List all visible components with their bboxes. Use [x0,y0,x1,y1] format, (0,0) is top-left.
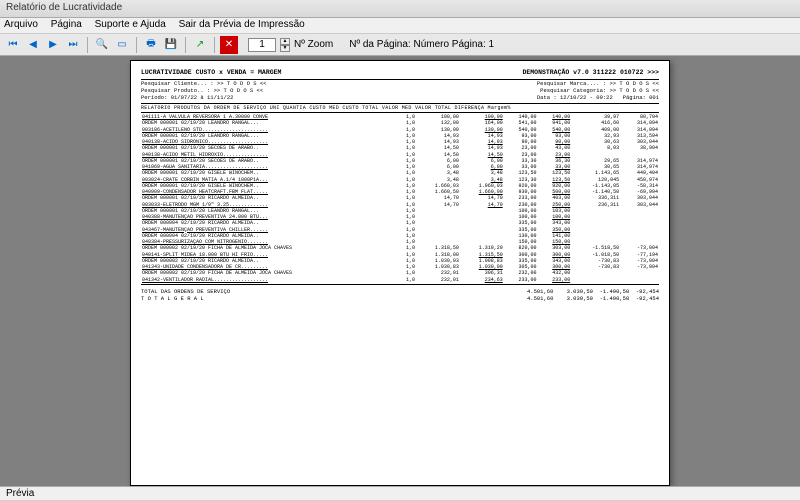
nav-prev-icon[interactable]: ◀ [24,36,42,54]
report-page-num: Página: 001 [623,94,659,101]
title-bar: Relatório de Lucratividade [0,0,800,18]
menu-sair[interactable]: Sair da Prévia de Impressão [179,19,305,30]
report-title: LUCRATIVIDADE CUSTO x VENDA = MARGEM [141,69,281,77]
menu-bar: Arquivo Página Suporte e Ajuda Sair da P… [0,18,800,34]
save-icon[interactable]: 💾 [162,36,180,54]
window-title: Relatório de Lucratividade [6,2,122,13]
preview-viewport[interactable]: LUCRATIVIDADE CUSTO x VENDA = MARGEM DEM… [0,56,800,486]
report-page: LUCRATIVIDADE CUSTO x VENDA = MARGEM DEM… [130,60,670,486]
separator [185,37,186,53]
report-table: 041111-A VALVULA REVERSORA 1 A.30000 CON… [141,114,659,283]
separator [214,37,215,53]
export-icon[interactable]: ↗ [191,36,209,54]
report-totals: TOTAL DAS ORDENS DE SERVIÇO4.501,60 3.03… [141,289,659,303]
separator [87,37,88,53]
nav-first-icon[interactable]: ⏮ [4,36,22,54]
print-icon[interactable]: 🖶 [142,36,160,54]
close-icon[interactable]: ✕ [220,36,238,54]
zoom-spinner[interactable]: ▲▼ [280,38,290,52]
zoom-label: Nº Zoom [294,39,333,50]
status-bar: Prévia [0,486,800,500]
page-number-label: Nº da Página: Número Página: 1 [349,39,494,50]
separator [136,37,137,53]
menu-arquivo[interactable]: Arquivo [4,19,38,30]
zoom-tool-icon[interactable]: 🔍 [93,36,111,54]
page-setup-icon[interactable]: ▭ [113,36,131,54]
status-text: Prévia [6,488,34,499]
menu-suporte[interactable]: Suporte e Ajuda [95,19,166,30]
zoom-input[interactable] [248,38,276,52]
column-header: RELATÓRIO PRODUTOS DA ORDEM DE SERVIÇO U… [141,105,659,111]
menu-pagina[interactable]: Página [51,19,82,30]
report-printed: Data : 12/10/22 - 09:22 [537,94,613,101]
total-row: T O T A L G E R A L4.501,60 3.039,50 -1.… [141,296,659,303]
report-version: DEMONSTRAÇÃO v7.0 311222 010722 >>> [522,69,659,77]
report-period: Período: 01/07/22 à 11/11/22 [141,95,233,102]
nav-next-icon[interactable]: ▶ [44,36,62,54]
toolbar: ⏮ ◀ ▶ ⏭ 🔍 ▭ 🖶 💾 ↗ ✕ ▲▼ Nº Zoom Nº da Pág… [0,34,800,56]
item-row: 041342-VENTILADOR RADIAL................… [141,277,659,283]
nav-last-icon[interactable]: ⏭ [64,36,82,54]
